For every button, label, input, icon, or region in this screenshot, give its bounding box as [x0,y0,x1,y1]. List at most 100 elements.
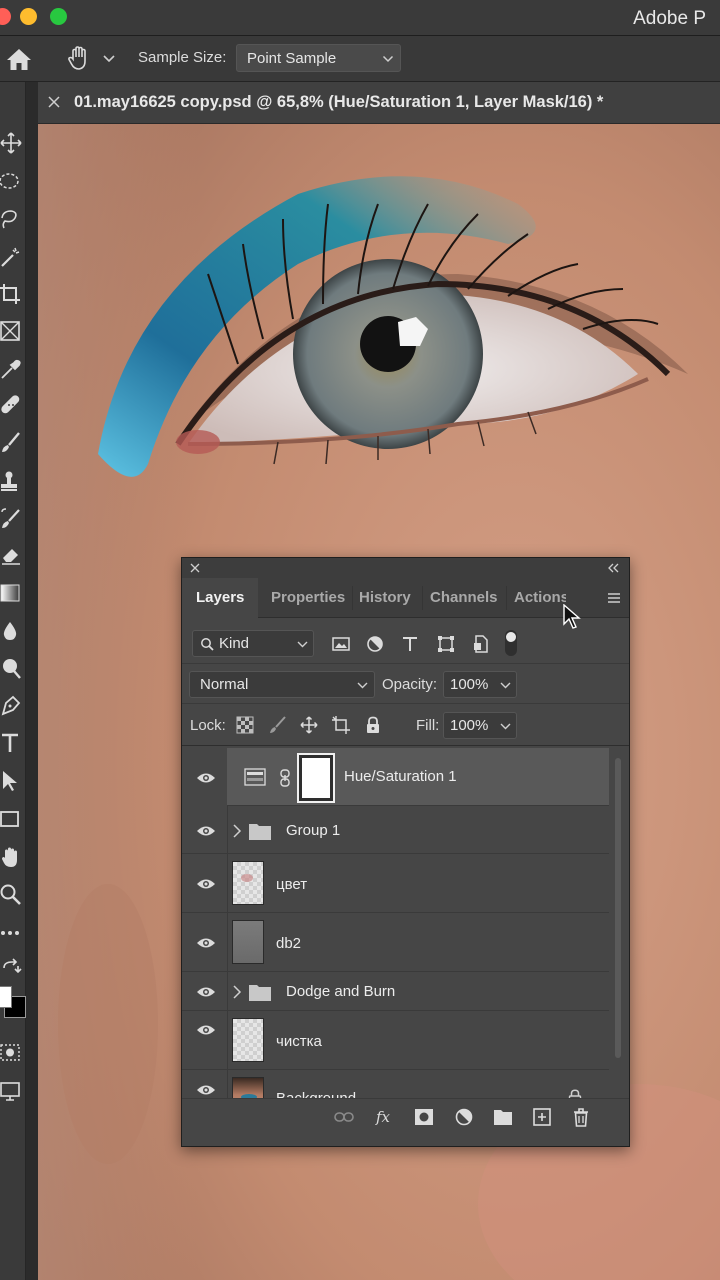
eye-icon[interactable] [196,1023,216,1037]
lasso-icon[interactable] [0,208,22,230]
healing-brush-icon[interactable] [0,394,22,416]
hand-tool-icon[interactable] [66,45,92,71]
pen-icon[interactable] [0,694,22,716]
chevron-down-icon[interactable] [102,52,116,66]
eraser-icon[interactable] [0,544,22,566]
chevron-right-icon[interactable] [232,824,242,838]
hand-icon[interactable] [0,846,22,868]
frame-icon[interactable] [0,320,22,342]
eyedropper-icon[interactable] [0,358,22,380]
chevron-down-icon[interactable] [500,680,511,691]
layers-panel-footer: fx [182,1098,629,1134]
screen-mode-icon[interactable] [0,1080,22,1102]
blend-mode-select[interactable]: Normal [189,671,375,698]
magic-wand-icon[interactable] [0,246,22,268]
collapse-panel-icon[interactable] [607,562,619,574]
svg-text:fx: fx [375,1108,391,1126]
link-layers-icon[interactable] [334,1107,354,1127]
shape-layer-filter-icon[interactable] [437,635,455,653]
title-bar: Adobe P [0,0,720,36]
marquee-icon[interactable] [0,170,22,192]
adjustment-layer-filter-icon[interactable] [366,635,384,653]
layer-style-fx-icon[interactable]: fx [374,1107,394,1127]
document-tab-bar: 01.may16625 copy.psd @ 65,8% (Hue/Satura… [38,82,720,124]
layer-row-background[interactable]: Background [182,1071,609,1098]
new-group-icon[interactable] [493,1107,513,1127]
fill-input[interactable]: 100% [443,712,517,739]
rectangle-icon[interactable] [0,808,22,830]
type-icon[interactable] [0,732,22,754]
tab-layers[interactable]: Layers [182,578,258,618]
close-icon[interactable] [48,96,60,108]
eye-icon[interactable] [196,1083,216,1097]
eye-icon[interactable] [196,771,216,785]
smart-object-filter-icon[interactable] [472,635,490,653]
options-bar: Sample Size: Point Sample [0,36,720,82]
layer-row-hue-saturation[interactable]: Hue/Saturation 1 [227,748,609,806]
brush-icon[interactable] [0,432,22,454]
kind-filter-select[interactable]: Kind [192,630,314,657]
eye-icon[interactable] [196,877,216,891]
zoom-icon[interactable] [0,884,22,906]
close-icon[interactable] [190,563,200,573]
chevron-right-icon[interactable] [232,985,242,999]
window-close-button[interactable] [0,8,11,25]
blur-icon[interactable] [0,620,22,642]
new-adjustment-layer-icon[interactable] [454,1107,474,1127]
delete-layer-icon[interactable] [571,1107,591,1127]
layer-thumbnail [232,1018,264,1062]
lock-position-icon[interactable] [300,716,318,734]
app-title: Adobe P [633,8,706,29]
panel-tabs: Layers Properties History Channels Actio… [182,578,629,629]
sample-size-select[interactable]: Point Sample [236,44,401,72]
tab-history[interactable]: History [359,589,411,606]
clone-stamp-icon[interactable] [0,470,22,492]
home-icon[interactable] [6,47,32,71]
eye-icon[interactable] [196,824,216,838]
filter-toggle-icon[interactable] [503,629,519,657]
layer-thumbnail [232,920,264,964]
color-swatches-icon[interactable] [0,984,26,1024]
panel-menu-icon[interactable] [607,591,621,605]
tab-actions[interactable]: Actions [514,589,566,606]
layer-row-chistka[interactable]: чистка [182,1012,609,1070]
new-layer-icon[interactable] [532,1107,552,1127]
eye-icon[interactable] [196,985,216,999]
path-selection-icon[interactable] [0,770,22,792]
type-layer-filter-icon[interactable] [401,635,419,653]
more-tools-icon[interactable] [0,922,22,944]
window-maximize-button[interactable] [50,8,67,25]
dodge-icon[interactable] [0,658,22,680]
eye-icon[interactable] [196,936,216,950]
quick-mask-icon[interactable] [0,1042,22,1064]
lock-all-icon[interactable] [364,716,382,734]
chevron-down-icon[interactable] [500,721,511,732]
move-icon[interactable] [0,132,22,154]
tab-channels[interactable]: Channels [430,589,498,606]
crop-icon[interactable] [0,284,22,306]
window-minimize-button[interactable] [20,8,37,25]
tab-properties[interactable]: Properties [271,589,345,606]
mask-link-icon[interactable] [279,769,291,787]
add-mask-icon[interactable] [414,1107,434,1127]
lock-transparent-pixels-icon[interactable] [236,716,254,734]
gradient-icon[interactable] [0,582,22,604]
history-brush-icon[interactable] [0,508,22,530]
opacity-input[interactable]: 100% [443,671,517,698]
layer-list-scrollbar[interactable] [613,748,623,1098]
layer-row-group-1[interactable]: Group 1 [182,807,609,854]
swap-colors-icon[interactable] [0,958,22,980]
lock-image-pixels-icon[interactable] [269,716,287,734]
layer-name: Hue/Saturation 1 [344,768,457,785]
layer-row-dodge-and-burn[interactable]: Dodge and Burn [182,973,609,1011]
document-tab-title[interactable]: 01.may16625 copy.psd @ 65,8% (Hue/Satura… [74,93,603,112]
pixel-layer-filter-icon[interactable] [332,635,350,653]
layer-row-db2[interactable]: db2 [182,914,609,972]
lock-artboard-icon[interactable] [332,716,350,734]
tools-panel [0,82,26,1280]
layer-row-tsvet[interactable]: цвет [182,855,609,913]
layer-thumbnail [232,861,264,905]
layer-mask-thumbnail[interactable] [297,753,335,803]
scrollbar-thumb[interactable] [615,758,621,1058]
blend-row: Normal Opacity: 100% [182,664,629,704]
